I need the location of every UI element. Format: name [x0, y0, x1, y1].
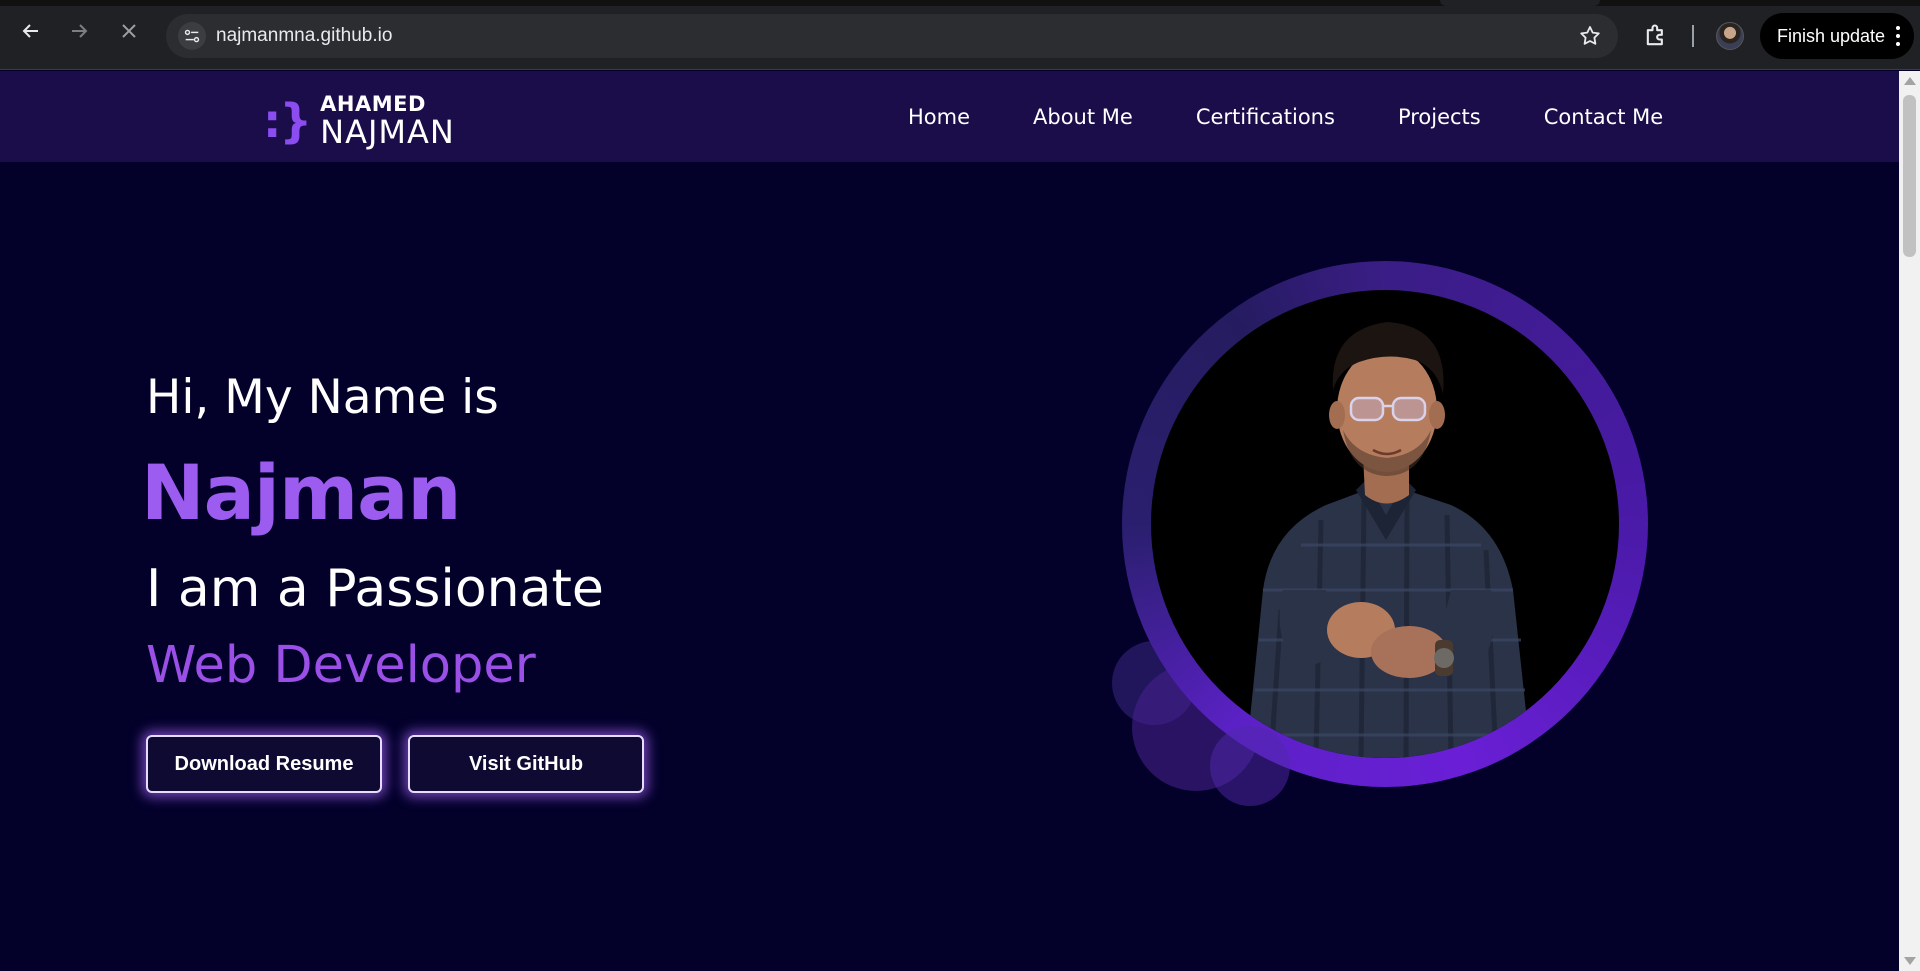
finish-update-button[interactable]: Finish update	[1760, 13, 1914, 59]
tune-icon	[184, 29, 200, 43]
nav-certifications[interactable]: Certifications	[1196, 105, 1335, 129]
logo-last-name: NAJMAN	[320, 113, 455, 151]
extensions-icon[interactable]	[1642, 22, 1670, 50]
nav-projects[interactable]: Projects	[1398, 105, 1481, 129]
tab-strip-edge	[0, 0, 1920, 6]
portfolio-page: :} AHAMED NAJMAN Home About Me Certifica…	[0, 71, 1899, 971]
logo-first-name: AHAMED	[320, 92, 426, 116]
more-menu-icon[interactable]	[1896, 26, 1900, 46]
person-portrait	[1246, 322, 1531, 758]
scroll-up-arrow[interactable]	[1904, 77, 1916, 85]
visit-github-button[interactable]: Visit GitHub	[408, 735, 644, 793]
nav-about-me[interactable]: About Me	[1033, 105, 1133, 129]
close-icon	[122, 24, 136, 38]
profile-photo-frame	[1100, 261, 1660, 821]
page-scrollbar[interactable]	[1899, 71, 1920, 971]
scroll-down-arrow[interactable]	[1904, 957, 1916, 965]
forward-button[interactable]	[67, 19, 91, 43]
site-logo[interactable]: :} AHAMED NAJMAN	[263, 93, 455, 149]
address-bar[interactable]: najmanmna.github.io	[166, 14, 1618, 58]
browser-toolbar: najmanmna.github.io Finish update	[0, 0, 1920, 70]
back-button[interactable]	[19, 19, 43, 43]
url-text[interactable]: najmanmna.github.io	[216, 25, 392, 47]
profile-photo	[1151, 290, 1619, 758]
hero-role: Web Developer	[146, 636, 536, 695]
finish-update-label: Finish update	[1777, 25, 1886, 46]
avatar[interactable]	[1716, 22, 1744, 50]
scrollbar-thumb[interactable]	[1903, 95, 1916, 257]
logo-mark: :}	[263, 94, 312, 148]
decor-bubble	[1210, 726, 1290, 806]
star-icon[interactable]	[1578, 24, 1602, 48]
site-navbar: :} AHAMED NAJMAN Home About Me Certifica…	[0, 71, 1899, 162]
arrow-left-icon	[22, 24, 38, 38]
arrow-right-icon	[72, 24, 88, 38]
download-resume-button[interactable]: Download Resume	[146, 735, 382, 793]
stop-loading-button[interactable]	[117, 19, 141, 43]
hero-greeting: Hi, My Name is	[146, 370, 499, 425]
nav-home[interactable]: Home	[908, 105, 970, 129]
active-tab-edge[interactable]	[1440, 0, 1600, 6]
hero-name: Najman	[141, 448, 462, 537]
toolbar-divider	[1692, 25, 1694, 47]
main-menu: Home About Me Certifications Projects Co…	[908, 105, 1663, 129]
site-info-button[interactable]	[178, 22, 206, 50]
hero-intro-line: I am a Passionate	[146, 559, 604, 619]
nav-contact-me[interactable]: Contact Me	[1544, 105, 1663, 129]
